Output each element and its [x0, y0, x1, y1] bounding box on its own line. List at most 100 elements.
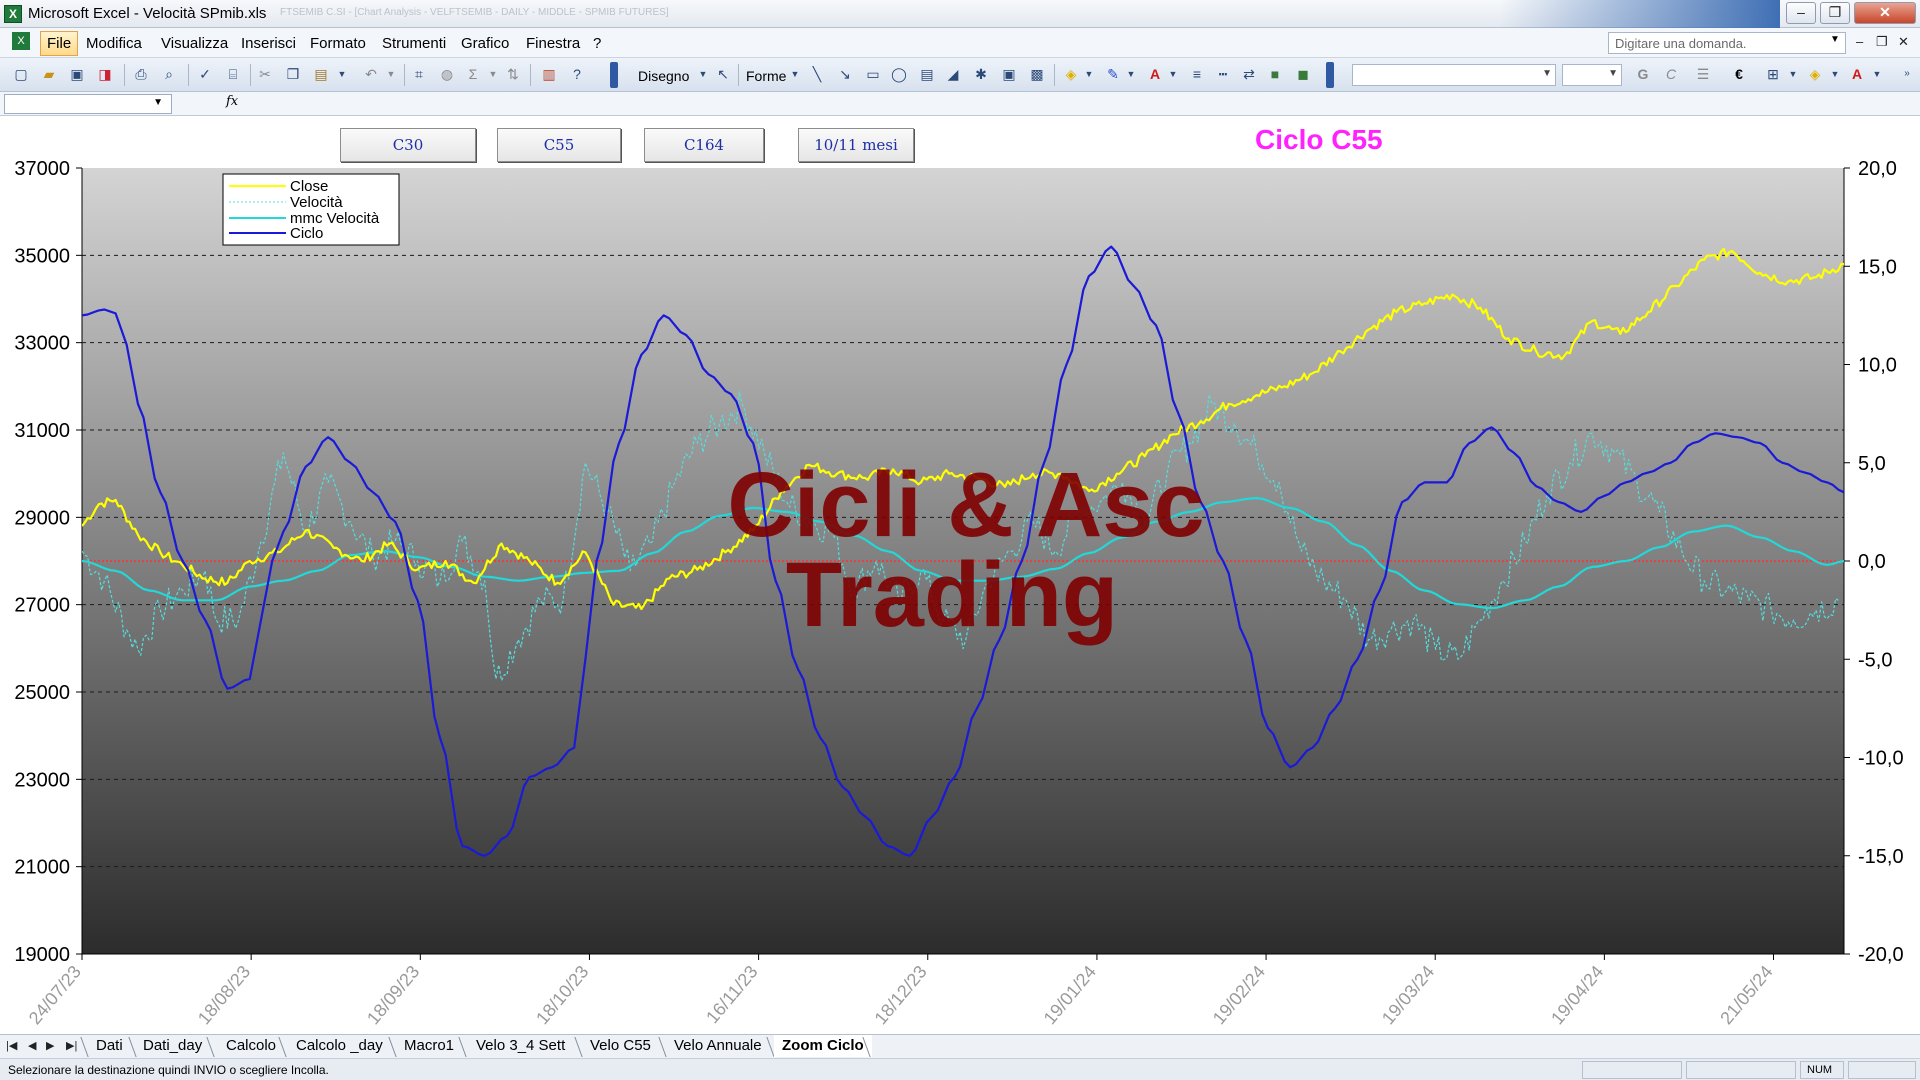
- chevron-down-icon[interactable]: ▼: [1164, 65, 1182, 83]
- menu-grafico[interactable]: Grafico: [461, 35, 509, 52]
- italic-button[interactable]: C: [1662, 65, 1680, 83]
- chevron-down-icon[interactable]: ▼: [1784, 65, 1802, 83]
- fx-icon[interactable]: fx: [226, 94, 238, 109]
- chevron-down-icon[interactable]: ▼: [1868, 65, 1886, 83]
- restore-button[interactable]: ❐: [1820, 2, 1850, 24]
- wordart-icon[interactable]: ◢: [944, 65, 962, 83]
- help-icon[interactable]: ?: [568, 65, 586, 83]
- tab-velo-c55[interactable]: Velo C55: [582, 1035, 659, 1057]
- mdi-minimize-button[interactable]: –: [1856, 34, 1863, 49]
- open-folder-icon[interactable]: ▰: [40, 65, 58, 83]
- cut-icon[interactable]: ✂: [256, 65, 274, 83]
- tab-dati[interactable]: Dati: [88, 1035, 131, 1057]
- toolbar-grip[interactable]: [610, 62, 618, 88]
- arrow-style-icon[interactable]: ⇄: [1240, 65, 1258, 83]
- prev-sheet-icon[interactable]: ◀: [28, 1039, 36, 1052]
- autosum-icon[interactable]: Σ: [464, 65, 482, 83]
- chevron-down-icon[interactable]: ▼: [694, 65, 712, 83]
- font-size-combo[interactable]: ▼: [1562, 64, 1622, 86]
- mdi-restore-button[interactable]: ❐: [1876, 34, 1888, 50]
- cycle-chart[interactable]: 37000 35000 33000 31000 29000 27000 25000 23000…: [0, 116, 1920, 1035]
- chevron-down-icon[interactable]: ▼: [333, 65, 351, 83]
- save-icon[interactable]: ▣: [68, 65, 86, 83]
- menu-inserisci[interactable]: Inserisci: [241, 35, 296, 52]
- cell-fill-icon[interactable]: ◈: [1806, 65, 1824, 83]
- line-color-icon[interactable]: ✎: [1104, 65, 1122, 83]
- chevron-down-icon[interactable]: ▼: [786, 65, 804, 83]
- cycle-10-11-months-button[interactable]: 10/11 mesi: [798, 128, 914, 162]
- cycle-c30-button[interactable]: C30: [340, 128, 476, 162]
- sort-icon[interactable]: ⇅: [504, 65, 522, 83]
- tab-velo-3-4-sett[interactable]: Velo 3_4 Sett: [468, 1035, 573, 1057]
- menu-formato[interactable]: Formato: [310, 35, 366, 52]
- globe-icon[interactable]: ◍: [438, 65, 456, 83]
- borders-icon[interactable]: ⊞: [1764, 65, 1782, 83]
- autoshapes-menu[interactable]: Forme: [746, 68, 786, 84]
- hyperlink-icon[interactable]: ⌗: [410, 65, 428, 83]
- menu-file[interactable]: File: [40, 31, 79, 56]
- menu-modifica[interactable]: Modifica: [86, 35, 142, 52]
- diagram-icon[interactable]: ✱: [972, 65, 990, 83]
- tab-zoom-ciclo[interactable]: Zoom Ciclo: [774, 1035, 872, 1057]
- name-box[interactable]: ▼: [4, 94, 172, 114]
- workbook-icon[interactable]: X: [12, 32, 30, 50]
- menu-help[interactable]: ?: [593, 35, 601, 52]
- ellipse-icon[interactable]: ◯: [890, 65, 908, 83]
- ask-question-input[interactable]: Digitare una domanda.: [1608, 32, 1846, 54]
- mdi-close-button[interactable]: ✕: [1898, 34, 1909, 50]
- close-button[interactable]: ✕: [1854, 2, 1916, 24]
- menu-visualizza[interactable]: Visualizza: [161, 35, 228, 52]
- shadow-icon[interactable]: ■: [1266, 65, 1284, 83]
- new-document-icon[interactable]: ▢: [12, 65, 30, 83]
- chevron-down-icon[interactable]: ▼: [382, 65, 400, 83]
- picture-icon[interactable]: ▩: [1028, 65, 1046, 83]
- permission-icon[interactable]: ◨: [96, 65, 114, 83]
- print-preview-icon[interactable]: ⌕: [160, 65, 178, 83]
- menu-strumenti[interactable]: Strumenti: [382, 35, 446, 52]
- print-icon[interactable]: ⎙: [132, 65, 150, 83]
- clipart-icon[interactable]: ▣: [1000, 65, 1018, 83]
- cycle-c164-button[interactable]: C164: [644, 128, 764, 162]
- chevron-down-icon[interactable]: ▼: [1826, 65, 1844, 83]
- menu-finestra[interactable]: Finestra: [526, 35, 580, 52]
- last-sheet-icon[interactable]: ▶|: [66, 1039, 77, 1052]
- chevron-down-icon[interactable]: ▼: [1122, 65, 1140, 83]
- spelling-icon[interactable]: ✓: [196, 65, 214, 83]
- legend[interactable]: Close Velocità mmc Velocità Ciclo: [222, 173, 400, 246]
- textbox-icon[interactable]: ▤: [918, 65, 936, 83]
- tab-calcolo[interactable]: Calcolo: [218, 1035, 284, 1057]
- minimize-button[interactable]: –: [1786, 2, 1816, 24]
- tab-calcolo-day[interactable]: Calcolo _day: [288, 1035, 391, 1057]
- research-icon[interactable]: ⌸: [224, 65, 242, 83]
- toolbar-grip[interactable]: [1326, 62, 1334, 88]
- next-sheet-icon[interactable]: ▶: [46, 1039, 54, 1052]
- dash-style-icon[interactable]: ┅: [1214, 65, 1232, 83]
- text-color-icon[interactable]: A: [1848, 65, 1866, 83]
- font-color-icon[interactable]: A: [1146, 65, 1164, 83]
- tab-macro1[interactable]: Macro1: [396, 1035, 462, 1057]
- line-icon[interactable]: ╲: [808, 65, 826, 83]
- rectangle-icon[interactable]: ▭: [864, 65, 882, 83]
- line-style-icon[interactable]: ≡: [1188, 65, 1206, 83]
- 3d-icon[interactable]: ◼: [1294, 65, 1312, 83]
- paste-icon[interactable]: ▤: [312, 65, 330, 83]
- copy-icon[interactable]: ❐: [284, 65, 302, 83]
- chevron-down-icon[interactable]: ▼: [1080, 65, 1098, 83]
- arrow-icon[interactable]: ↘: [836, 65, 854, 83]
- font-name-combo[interactable]: ▼: [1352, 64, 1556, 86]
- bold-button[interactable]: G: [1634, 65, 1652, 83]
- drawing-menu[interactable]: Disegno: [638, 68, 689, 84]
- tab-velo-annuale[interactable]: Velo Annuale: [666, 1035, 770, 1057]
- align-icon[interactable]: ☰: [1694, 65, 1712, 83]
- fill-color-icon[interactable]: ◈: [1062, 65, 1080, 83]
- chevron-down-icon[interactable]: ▼: [1830, 34, 1840, 45]
- chart-wizard-icon[interactable]: ▥: [540, 65, 558, 83]
- first-sheet-icon[interactable]: |◀: [6, 1039, 17, 1052]
- select-pointer-icon[interactable]: ↖: [714, 65, 732, 83]
- undo-icon[interactable]: ↶: [362, 65, 380, 83]
- tab-dati-day[interactable]: Dati_day: [135, 1035, 210, 1057]
- toolbar-options-icon[interactable]: »: [1898, 65, 1916, 83]
- cycle-c55-button[interactable]: C55: [497, 128, 621, 162]
- chevron-down-icon[interactable]: ▼: [484, 65, 502, 83]
- euro-icon[interactable]: €: [1730, 65, 1748, 83]
